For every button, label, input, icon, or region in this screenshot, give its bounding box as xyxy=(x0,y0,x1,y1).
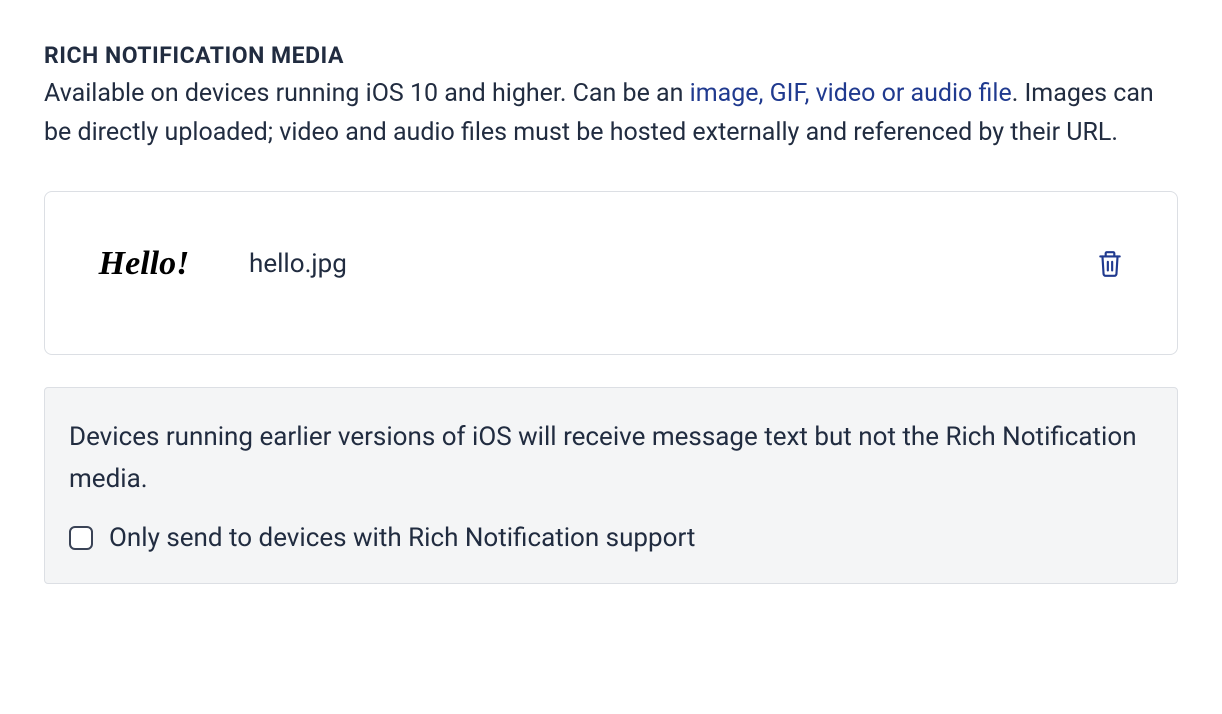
section-description: Available on devices running iOS 10 and … xyxy=(44,75,1164,153)
media-filename: hello.jpg xyxy=(249,249,1091,279)
thumbnail-text: Hello! xyxy=(99,245,190,283)
media-types-link[interactable]: image, GIF, video or audio file xyxy=(690,79,1012,108)
section-title: RICH NOTIFICATION MEDIA xyxy=(44,42,1178,69)
delete-media-button[interactable] xyxy=(1091,244,1129,284)
rich-support-checkbox-label[interactable]: Only send to devices with Rich Notificat… xyxy=(109,523,695,553)
media-thumbnail: Hello! xyxy=(93,234,195,294)
checkbox-row: Only send to devices with Rich Notificat… xyxy=(69,523,1153,553)
media-upload-card: Hello! hello.jpg xyxy=(44,191,1178,355)
rich-support-checkbox[interactable] xyxy=(69,526,93,550)
description-text-pre: Available on devices running iOS 10 and … xyxy=(44,79,690,108)
compatibility-info-text: Devices running earlier versions of iOS … xyxy=(69,416,1153,502)
trash-icon xyxy=(1097,250,1123,278)
compatibility-info-box: Devices running earlier versions of iOS … xyxy=(44,387,1178,585)
